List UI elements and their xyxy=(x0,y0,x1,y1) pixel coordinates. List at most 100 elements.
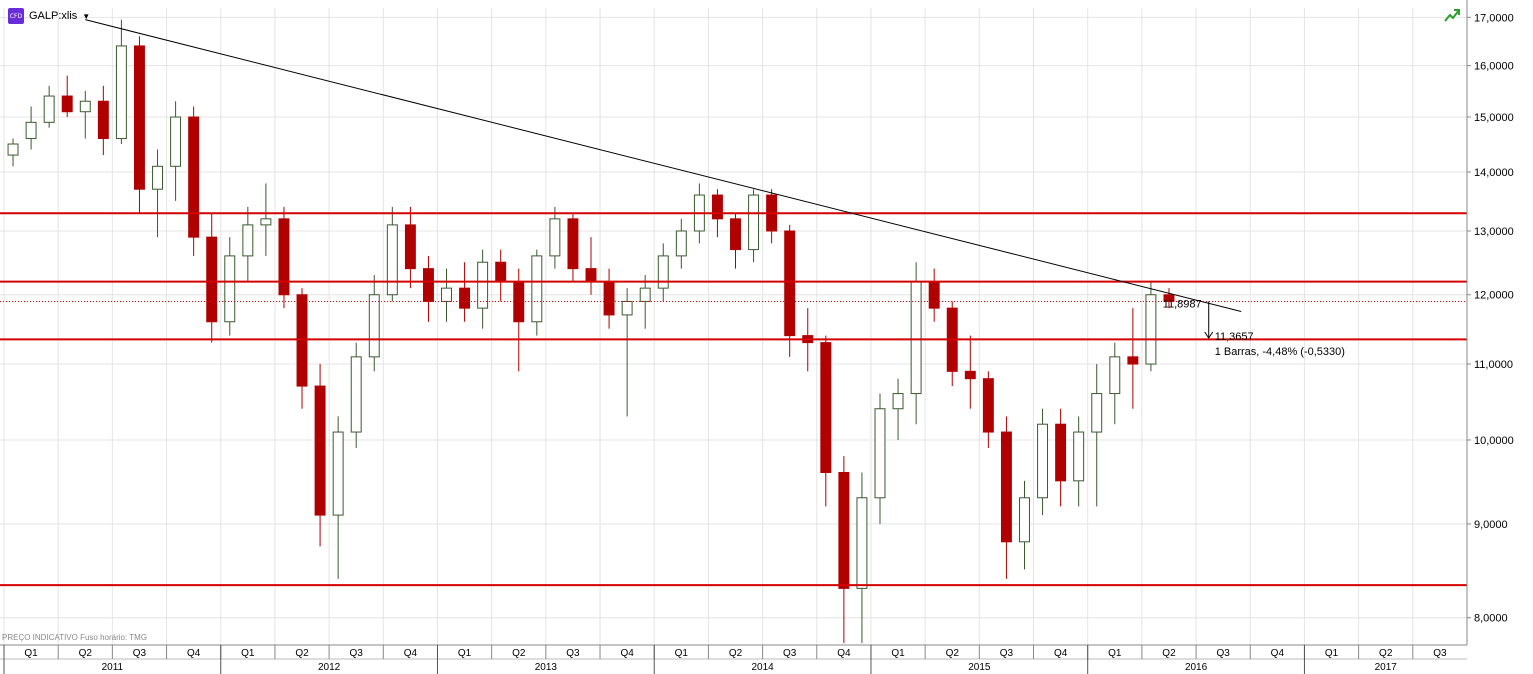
measure-tool[interactable]: 11,8987 11,3657 1 Barras, -4,48% (-0,533… xyxy=(1163,299,1345,359)
price-chart[interactable]: 13,291912,200011,34568,3341 11,8987 11,3… xyxy=(0,0,1533,674)
candle-body xyxy=(206,236,218,323)
candle-body xyxy=(892,393,904,410)
y-tick-label: 16,0000 xyxy=(1474,61,1514,73)
candle xyxy=(621,288,633,417)
candle-body xyxy=(639,287,651,302)
quarter-label: Q2 xyxy=(1162,648,1176,659)
candle xyxy=(404,206,416,289)
quarter-label: Q2 xyxy=(946,648,960,659)
quarter-label: Q4 xyxy=(1054,648,1068,659)
candle-body xyxy=(748,194,760,251)
y-tick-label: 10,0000 xyxy=(1474,435,1514,447)
candle-body xyxy=(675,230,687,257)
candle-body xyxy=(964,370,976,380)
candle xyxy=(1073,416,1085,507)
quarter-label: Q2 xyxy=(295,648,309,659)
y-tick-label: 17,0000 xyxy=(1474,12,1514,24)
chart-header: CFD GALP:xlis ▼ xyxy=(8,8,90,24)
candle xyxy=(7,138,19,167)
quarter-label: Q4 xyxy=(1271,648,1285,659)
quarter-label: Q1 xyxy=(241,648,255,659)
candle-body xyxy=(25,121,37,140)
year-label: 2016 xyxy=(1185,662,1208,673)
quarter-label: Q3 xyxy=(566,648,580,659)
candle-body xyxy=(7,143,19,156)
candle-body xyxy=(422,268,434,302)
quarter-label: Q4 xyxy=(620,648,634,659)
candles xyxy=(7,19,1175,643)
candle xyxy=(1127,308,1139,409)
candle xyxy=(892,378,904,440)
candle xyxy=(133,36,145,213)
candle xyxy=(784,224,796,357)
y-tick-label: 14,0000 xyxy=(1474,167,1514,179)
candle-body xyxy=(404,224,416,270)
quarter-label: Q3 xyxy=(1216,648,1230,659)
symbol-label[interactable]: GALP:xlis xyxy=(29,10,77,22)
candle xyxy=(25,106,37,150)
candle-body xyxy=(1073,431,1085,482)
year-label: 2012 xyxy=(318,662,341,673)
y-axis: 8,0000 9,0000 10,0000 11,0000 12,0000 13,0000… xyxy=(1466,0,1533,674)
candle xyxy=(549,206,561,269)
target-price-annotation: 11,3657 xyxy=(1215,331,1254,343)
candle-body xyxy=(242,224,254,257)
chevron-down-icon[interactable]: ▼ xyxy=(82,12,90,21)
year-label: 2014 xyxy=(751,662,774,673)
candle-body xyxy=(79,100,91,113)
candle-body xyxy=(152,165,163,190)
quarter-label: Q4 xyxy=(404,648,418,659)
footnote: PREÇO INDICATIVO Fuso horário: TMG xyxy=(2,633,148,642)
candle-body xyxy=(314,385,326,516)
candle xyxy=(1055,408,1067,507)
candle xyxy=(79,90,91,139)
candle xyxy=(730,212,741,269)
candle xyxy=(441,268,452,322)
quarter-label: Q2 xyxy=(1379,648,1393,659)
year-label: 2017 xyxy=(1375,662,1398,673)
candle-body xyxy=(856,497,868,589)
candle xyxy=(152,149,163,238)
quarter-label: Q3 xyxy=(133,648,147,659)
year-label: 2013 xyxy=(535,662,558,673)
candle xyxy=(224,237,236,336)
candle-body xyxy=(386,224,398,296)
candle xyxy=(820,335,832,507)
candle-body xyxy=(332,431,344,516)
candle xyxy=(964,335,976,409)
candle xyxy=(206,212,218,343)
candle xyxy=(170,101,182,201)
candle xyxy=(97,85,109,156)
last-price-annotation: 11,8987 xyxy=(1163,299,1202,311)
quarter-label: Q1 xyxy=(675,648,689,659)
candle-body xyxy=(61,95,73,113)
quarter-label: Q4 xyxy=(837,648,851,659)
candle xyxy=(350,342,362,448)
trend-up-icon[interactable] xyxy=(1444,7,1462,23)
candle-body xyxy=(495,261,507,283)
candle xyxy=(1037,408,1049,516)
x-axis: Q1 Q2 Q3 Q4 Q1 Q2 Q3 Q4 Q1 Q2 Q3 Q4 Q1 Q2 Q3 Q4 Q1 Q2 Q3 Q4… xyxy=(0,644,1467,674)
candle-body xyxy=(730,218,741,251)
candle-body xyxy=(278,218,290,296)
candle xyxy=(946,301,958,387)
candle-body xyxy=(441,287,452,302)
candle xyxy=(910,262,922,425)
candle-body xyxy=(874,408,886,499)
candle xyxy=(874,393,886,524)
quarter-label: Q1 xyxy=(891,648,905,659)
quarter-label: Q2 xyxy=(79,648,93,659)
candle-body xyxy=(657,255,669,289)
candle xyxy=(1145,281,1157,372)
y-tick-label: 8,0000 xyxy=(1474,613,1508,625)
candle xyxy=(477,249,489,329)
candle-body xyxy=(838,471,850,589)
candle xyxy=(332,416,344,579)
candle-body xyxy=(1091,393,1103,433)
y-tick-label: 11,0000 xyxy=(1474,359,1513,371)
candle xyxy=(422,255,434,322)
candle xyxy=(748,189,760,263)
y-tick-label: 13,0000 xyxy=(1474,226,1514,238)
candle xyxy=(314,364,326,547)
year-label: 2011 xyxy=(102,662,124,673)
